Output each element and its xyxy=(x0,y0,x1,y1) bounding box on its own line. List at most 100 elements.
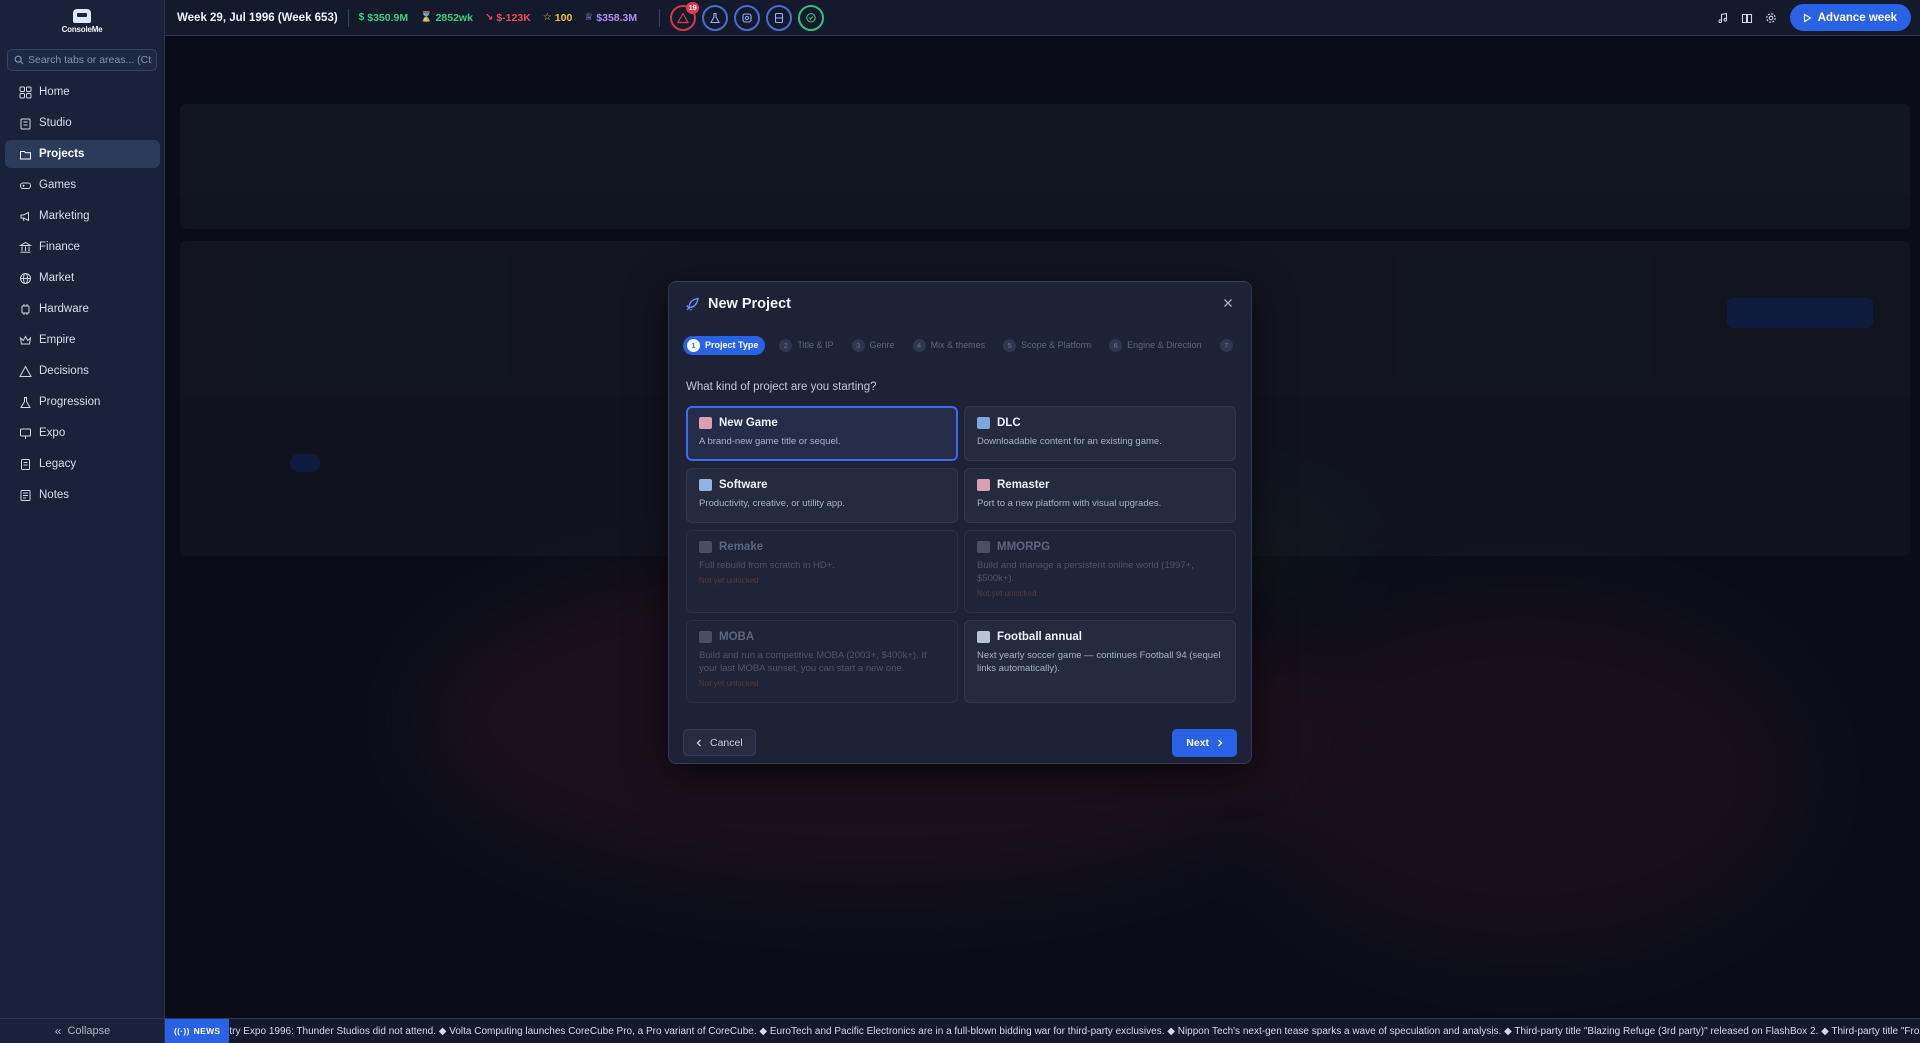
card-description: Build and manage a persistent online wor… xyxy=(977,560,1194,584)
step-title-ip[interactable]: 2 Title & IP xyxy=(779,338,834,352)
new-project-modal: New Project 1 Project Type 2 Title & IP 3G… xyxy=(668,281,1252,764)
advance-week-button[interactable]: Advance week xyxy=(1789,4,1911,31)
stat-reputation[interactable]: ☆ 100 xyxy=(543,12,573,24)
sidebar-item-progression[interactable]: Progression xyxy=(5,388,160,416)
card-dlc[interactable]: DLC Downloadable content for an existing… xyxy=(964,406,1236,461)
card-new-game[interactable]: New Game A brand-new game title or seque… xyxy=(686,406,958,461)
question-text: What kind of project are you starting? xyxy=(686,381,877,393)
stat-cash[interactable]: $ $350.9M xyxy=(359,12,408,24)
sidebar-item-label: Marketing xyxy=(39,210,90,222)
sidebar-item-home[interactable]: Home xyxy=(5,78,160,106)
gamepad-icon xyxy=(977,541,990,553)
cancel-label: Cancel xyxy=(710,736,743,749)
step-number: 7 xyxy=(1219,338,1233,352)
presentation-icon xyxy=(20,428,31,439)
chevron-left-icon xyxy=(696,739,701,746)
sidebar-item-notes[interactable]: Notes xyxy=(5,481,160,509)
sidebar-item-label: Home xyxy=(39,86,70,98)
sidebar-item-hardware[interactable]: Hardware xyxy=(5,295,160,323)
research-button[interactable] xyxy=(702,4,729,31)
card-moba: MOBA Build and run a competitive MOBA (2… xyxy=(686,620,958,703)
sidebar-item-empire[interactable]: Empire xyxy=(5,326,160,354)
calendar-icon xyxy=(699,541,712,553)
cancel-button[interactable]: Cancel xyxy=(683,729,756,756)
sidebar-item-expo[interactable]: Expo xyxy=(5,419,160,447)
target-icon xyxy=(742,12,752,23)
globe-icon xyxy=(20,272,31,284)
card-remake: Remake Full rebuild from scratch in HD+.… xyxy=(686,530,958,613)
radio-wave-icon: ((·)) xyxy=(174,1026,190,1036)
sidebar-item-decisions[interactable]: Decisions xyxy=(5,357,160,385)
sidebar-item-games[interactable]: Games xyxy=(5,171,160,199)
stat-runway[interactable]: ⌛ 2852wk xyxy=(420,12,473,24)
settings-button[interactable] xyxy=(1760,7,1782,29)
news-ticker-text: try Expo 1996: Thunder Studios did not a… xyxy=(229,1025,1920,1037)
sidebar-item-legacy[interactable]: Legacy xyxy=(5,450,160,478)
alert-triangle-icon xyxy=(677,11,690,23)
sidebar-item-projects[interactable]: Projects xyxy=(5,140,160,168)
sidebar-item-label: Legacy xyxy=(39,458,77,470)
gear-icon xyxy=(1765,12,1776,23)
gamepad-icon xyxy=(699,631,712,643)
folder-icon xyxy=(20,150,31,159)
divider xyxy=(659,8,661,27)
news-tag[interactable]: ((·)) NEWS xyxy=(165,1019,230,1043)
card-description: A brand-new game title or sequel. xyxy=(699,436,841,447)
sidebar-item-marketing[interactable]: Marketing xyxy=(5,202,160,230)
sidebar-item-label: Hardware xyxy=(39,303,89,315)
next-button[interactable]: Next xyxy=(1172,729,1237,757)
step-genre[interactable]: 3 Genre xyxy=(851,338,895,352)
sidebar-nav: Home Studio Projects Games Marketing Fin… xyxy=(5,78,160,512)
sidebar-item-finance[interactable]: Finance xyxy=(5,233,160,261)
app-logo[interactable]: ConsoleMe xyxy=(60,9,104,35)
stat-empire-value[interactable]: ♕ $358.3M xyxy=(584,12,637,24)
step-scope-platform[interactable]: 5 Scope & Platform xyxy=(1003,338,1091,352)
music-button[interactable] xyxy=(1712,7,1734,29)
focus-button[interactable] xyxy=(734,4,761,31)
collapse-sidebar-button[interactable]: « Collapse xyxy=(0,1018,165,1043)
collapse-label: Collapse xyxy=(67,1025,111,1037)
step-number: 5 xyxy=(1003,338,1017,352)
stat-value: $358.3M xyxy=(596,11,638,24)
week-label: Week 29, Jul 1996 (Week 653) xyxy=(177,11,338,24)
modal-header: New Project xyxy=(685,296,791,312)
sidebar-item-market[interactable]: Market xyxy=(5,264,160,292)
card-software[interactable]: Software Productivity, creative, or util… xyxy=(686,468,958,523)
card-title: DLC xyxy=(997,417,1021,429)
search-input[interactable] xyxy=(28,54,152,66)
card-description: Full rebuild from scratch in HD+. xyxy=(699,560,835,571)
card-title: Remake xyxy=(719,541,764,553)
console-logo-icon xyxy=(73,9,91,23)
step-mix-themes[interactable]: 4 Mix & themes xyxy=(912,338,985,352)
chevrons-left-icon: « xyxy=(54,1024,62,1038)
home-grid-icon xyxy=(19,86,32,98)
crown-icon xyxy=(19,334,32,344)
step-label: Project Type xyxy=(705,340,759,350)
card-remaster[interactable]: Remaster Port to a new platform with vis… xyxy=(964,468,1236,523)
dlc-package-icon xyxy=(977,417,990,429)
modal-title: New Project xyxy=(708,296,791,312)
storage-button[interactable] xyxy=(766,4,793,31)
rocket-icon xyxy=(686,297,699,311)
step-7[interactable]: 7 xyxy=(1219,338,1238,352)
close-icon xyxy=(1224,299,1232,307)
notes-icon xyxy=(20,489,31,501)
step-number: 2 xyxy=(779,338,793,352)
sidebar-item-label: Decisions xyxy=(39,365,89,377)
search-icon xyxy=(14,55,24,65)
close-button[interactable] xyxy=(1219,294,1237,312)
card-description: Downloadable content for an existing gam… xyxy=(977,436,1162,447)
step-engine-direction[interactable]: 6 Engine & Direction xyxy=(1109,338,1202,352)
sidebar-search[interactable] xyxy=(7,49,157,71)
card-football-annual[interactable]: Football annual Next yearly soccer game … xyxy=(964,620,1236,703)
stat-weekly-burn[interactable]: ↘ $-123K xyxy=(485,12,531,24)
step-project-type[interactable]: 1 Project Type xyxy=(683,335,766,355)
card-description: Build and run a competitive MOBA (2003+,… xyxy=(699,650,927,674)
card-description: Next yearly soccer game — continues Foot… xyxy=(977,650,1221,674)
step-number: 1 xyxy=(687,338,700,352)
sidebar-item-studio[interactable]: Studio xyxy=(5,109,160,137)
alerts-button[interactable]: 19 xyxy=(670,1,700,31)
chat-button[interactable] xyxy=(798,4,825,31)
sidebar-item-label: Finance xyxy=(39,241,80,253)
guide-button[interactable] xyxy=(1736,7,1758,29)
